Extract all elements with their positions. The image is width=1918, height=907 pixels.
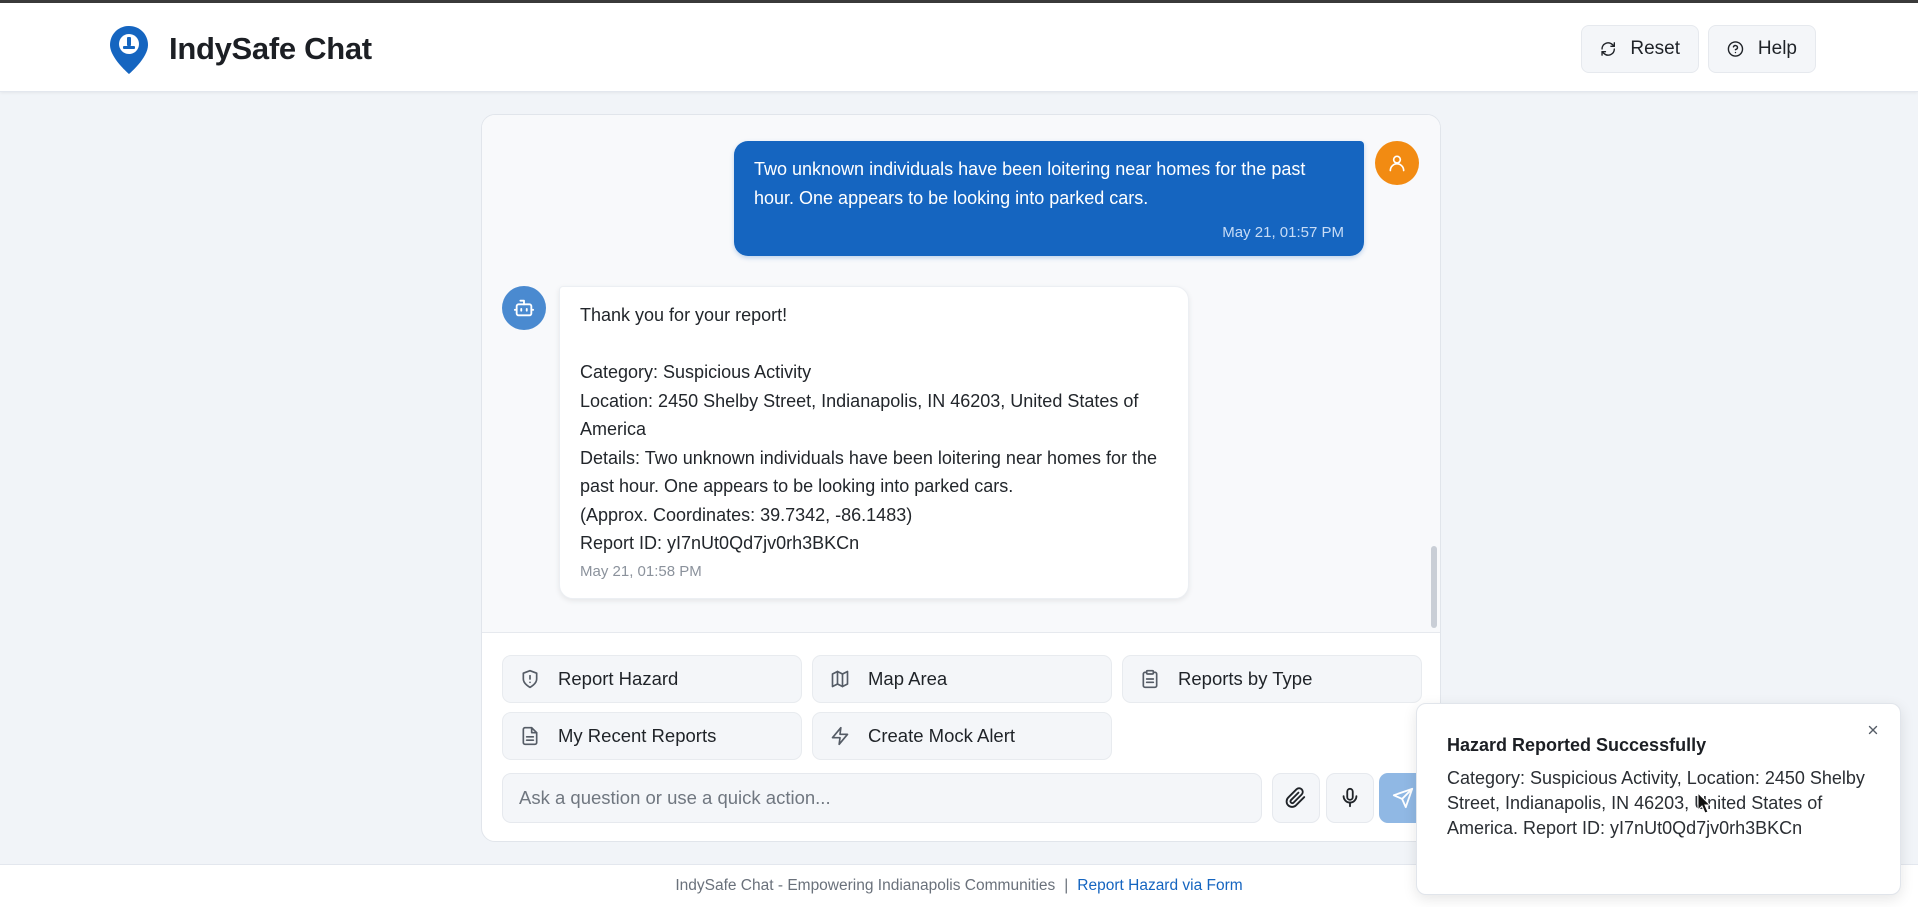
user-icon bbox=[1389, 155, 1405, 172]
help-button[interactable]: Help bbox=[1708, 25, 1816, 73]
quick-action-my-recent-reports[interactable]: My Recent Reports bbox=[502, 712, 802, 760]
quick-action-label: My Recent Reports bbox=[558, 725, 717, 746]
user-avatar bbox=[1375, 141, 1419, 185]
help-label: Help bbox=[1757, 38, 1797, 59]
message-list[interactable]: Two unknown individuals have been loiter… bbox=[482, 115, 1440, 633]
bot-message-line: Thank you for your report! bbox=[580, 305, 788, 325]
map-icon bbox=[831, 670, 849, 688]
toast-body: Category: Suspicious Activity, Location:… bbox=[1447, 768, 1865, 838]
paperclip-icon bbox=[1285, 787, 1306, 808]
footer-separator: | bbox=[1064, 877, 1069, 894]
close-icon bbox=[1868, 725, 1878, 735]
reset-button[interactable]: Reset bbox=[1581, 25, 1699, 73]
quick-action-label: Report Hazard bbox=[558, 668, 679, 689]
quick-action-report-hazard[interactable]: Report Hazard bbox=[502, 655, 802, 703]
bot-message-line: Location: 2450 Shelby Street, Indianapol… bbox=[580, 390, 1139, 440]
attach-button[interactable] bbox=[1272, 773, 1320, 823]
shield-icon bbox=[522, 669, 538, 689]
bot-message-time: May 21, 01:58 PM bbox=[580, 562, 702, 580]
quick-action-label: Map Area bbox=[868, 668, 948, 689]
toast-title: Hazard Reported Successfully bbox=[1447, 735, 1707, 755]
success-toast: Hazard Reported Successfully Category: S… bbox=[1416, 703, 1901, 895]
bot-icon bbox=[513, 299, 535, 317]
chat-input-wrapper bbox=[502, 773, 1262, 823]
user-message-text: Two unknown individuals have been loiter… bbox=[754, 159, 1306, 208]
bot-message-bubble: Thank you for your report! Category: Sus… bbox=[559, 286, 1189, 599]
microphone-icon bbox=[1342, 787, 1358, 808]
location-pin-logo-icon bbox=[110, 26, 148, 74]
zap-icon bbox=[831, 726, 849, 746]
footer-text: IndySafe Chat - Empowering Indianapolis … bbox=[675, 877, 1056, 894]
bot-message-line: Report ID: yI7nUt0Qd7jv0rh3BKCn bbox=[580, 533, 860, 553]
app-title: IndySafe Chat bbox=[169, 31, 372, 66]
refresh-icon bbox=[1601, 42, 1615, 56]
bot-message-line: Category: Suspicious Activity bbox=[580, 362, 812, 382]
bot-avatar bbox=[502, 286, 546, 330]
quick-action-reports-by-type[interactable]: Reports by Type bbox=[1122, 655, 1422, 703]
bot-message-line: Details: Two unknown individuals have be… bbox=[580, 447, 1158, 497]
send-icon bbox=[1392, 787, 1414, 809]
quick-action-label: Reports by Type bbox=[1178, 668, 1313, 689]
quick-action-label: Create Mock Alert bbox=[868, 725, 1016, 746]
voice-input-button[interactable] bbox=[1326, 773, 1374, 823]
quick-action-map-area[interactable]: Map Area bbox=[812, 655, 1112, 703]
bot-message-blank-line bbox=[580, 330, 1168, 359]
mouse-cursor-icon bbox=[1697, 792, 1711, 814]
quick-action-create-mock-alert[interactable]: Create Mock Alert bbox=[812, 712, 1112, 760]
app-header: IndySafe Chat Reset Help bbox=[0, 3, 1918, 92]
user-message-time: May 21, 01:57 PM bbox=[1222, 224, 1344, 241]
chat-panel: Two unknown individuals have been loiter… bbox=[481, 114, 1441, 842]
user-message-bubble: Two unknown individuals have been loiter… bbox=[734, 141, 1364, 256]
report-hazard-form-link[interactable]: Report Hazard via Form bbox=[1077, 877, 1242, 895]
chat-input[interactable] bbox=[503, 774, 1261, 822]
reset-label: Reset bbox=[1630, 38, 1680, 59]
help-circle-icon bbox=[1727, 41, 1744, 57]
toast-close-button[interactable] bbox=[1863, 720, 1883, 740]
file-text-icon bbox=[522, 726, 538, 746]
message-scrollbar[interactable] bbox=[1431, 546, 1437, 628]
bot-message-line: (Approx. Coordinates: 39.7342, -86.1483) bbox=[580, 504, 913, 525]
clipboard-icon bbox=[1142, 669, 1158, 689]
